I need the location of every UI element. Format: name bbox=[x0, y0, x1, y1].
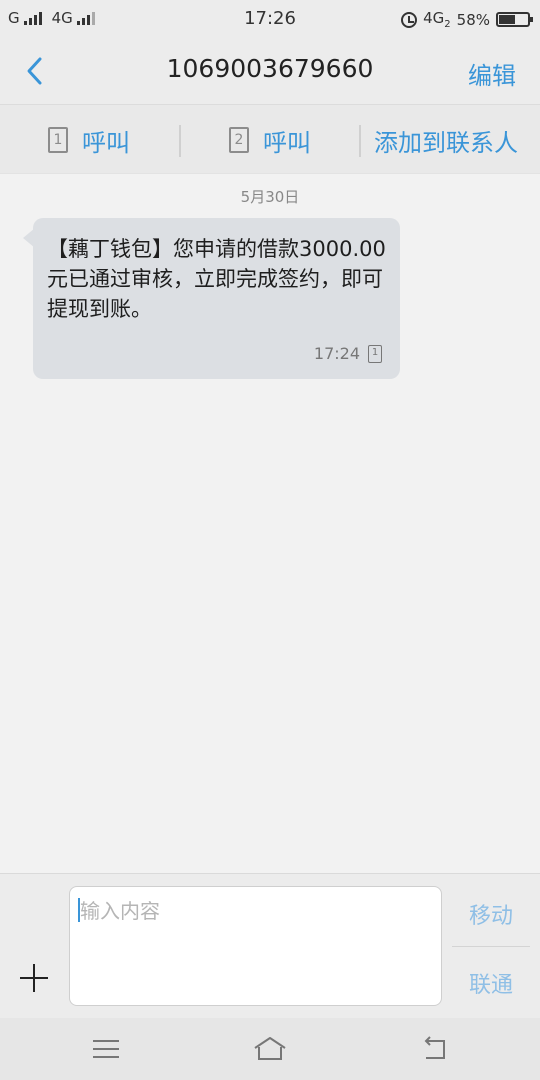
text-caret bbox=[78, 898, 80, 922]
call-sim1-button[interactable]: 1 呼叫 bbox=[48, 105, 130, 175]
add-to-contacts-button[interactable]: 添加到联系人 bbox=[374, 105, 518, 175]
call-sim2-label: 呼叫 bbox=[263, 128, 311, 157]
action-divider bbox=[359, 125, 361, 157]
sim-card-icon: 1 bbox=[368, 344, 382, 363]
call-sim1-label: 呼叫 bbox=[82, 128, 130, 157]
title-bar: 1069003679660 编辑 bbox=[0, 36, 540, 104]
message-meta: 17:24 1 bbox=[314, 344, 382, 363]
message-input[interactable] bbox=[69, 886, 442, 1006]
send-sim1-button[interactable]: 移动 bbox=[452, 898, 530, 930]
call-sim2-button[interactable]: 2 呼叫 bbox=[229, 105, 311, 175]
battery-icon bbox=[496, 12, 533, 27]
navigation-bar bbox=[0, 1018, 540, 1080]
send-divider bbox=[452, 946, 530, 947]
sim-card-icon: 1 bbox=[48, 127, 68, 153]
menu-icon[interactable] bbox=[90, 1034, 122, 1064]
sim-card-icon: 2 bbox=[229, 127, 249, 153]
battery-percent: 58% bbox=[456, 10, 490, 29]
alarm-icon bbox=[401, 11, 418, 28]
compose-area: 移动 联通 bbox=[0, 873, 540, 1018]
back-arrow-icon[interactable] bbox=[418, 1034, 450, 1064]
message-bubble[interactable]: 【藕丁钱包】您申请的借款3000.00元已通过审核，立即完成签约，即可提现到账。… bbox=[23, 218, 400, 379]
edit-button[interactable]: 编辑 bbox=[468, 56, 516, 91]
date-separator: 5月30日 bbox=[240, 188, 300, 206]
plus-icon[interactable] bbox=[20, 964, 48, 992]
status-bar: G 4G 17:26 4G2 58% bbox=[0, 0, 540, 36]
action-divider bbox=[179, 125, 181, 157]
home-icon[interactable] bbox=[252, 1034, 288, 1064]
conversation-title: 1069003679660 bbox=[166, 54, 374, 83]
status-right: 4G2 58% bbox=[401, 9, 533, 30]
message-time: 17:24 bbox=[313, 344, 360, 363]
send-sim2-button[interactable]: 联通 bbox=[452, 967, 530, 999]
network-label: 4G2 bbox=[423, 9, 451, 30]
action-bar: 1 呼叫 2 呼叫 添加到联系人 bbox=[0, 104, 540, 174]
message-text: 【藕丁钱包】您申请的借款3000.00元已通过审核，立即完成签约，即可提现到账。 bbox=[47, 237, 386, 321]
